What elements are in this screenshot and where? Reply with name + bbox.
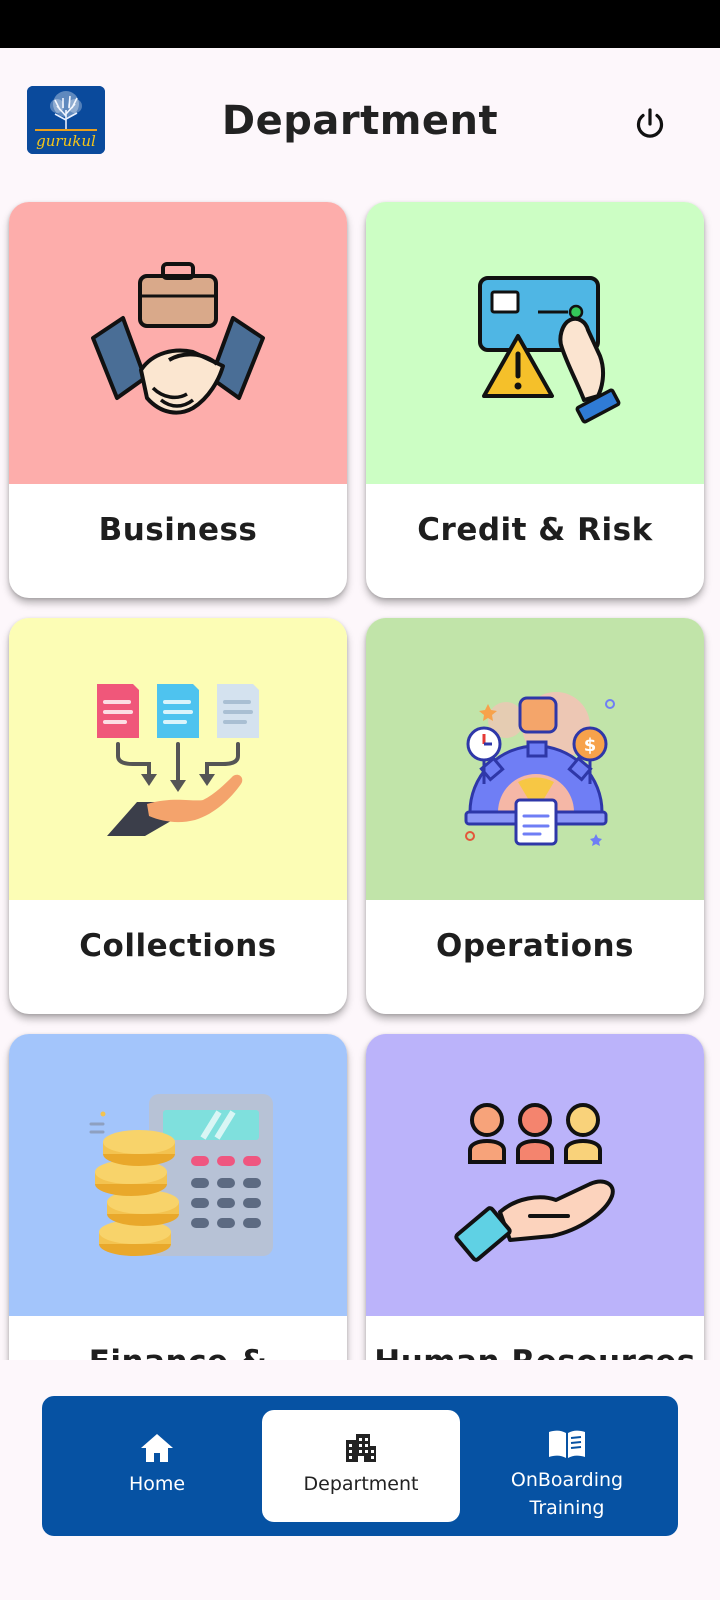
nav-label-home: Home xyxy=(128,1473,186,1495)
department-label: Operations xyxy=(435,928,635,964)
card-illustration-bg xyxy=(366,202,704,484)
card-illustration-bg xyxy=(9,1034,347,1316)
svg-text:$: $ xyxy=(584,735,597,756)
card-illustration-bg xyxy=(9,618,347,900)
status-bar xyxy=(0,0,720,48)
department-grid: Business Credit & Risk Collections $ Ope… xyxy=(0,198,720,1360)
nav-item-home[interactable]: Home xyxy=(82,1410,232,1522)
department-card-credit-risk[interactable]: Credit & Risk xyxy=(366,202,704,598)
card-illustration-bg xyxy=(9,202,347,484)
department-label: Credit & Risk xyxy=(417,512,653,548)
card-illustration-bg: $ xyxy=(366,618,704,900)
department-card-collections[interactable]: Collections xyxy=(9,618,347,1014)
power-icon xyxy=(636,108,664,138)
nav-label-onboarding-training: OnBoarding Training xyxy=(510,1469,624,1519)
department-card-business[interactable]: Business xyxy=(9,202,347,598)
nav-item-onboarding-training[interactable]: OnBoarding Training xyxy=(472,1410,662,1522)
bottom-navigation: Home Department OnBoarding Training xyxy=(42,1396,678,1536)
power-button[interactable] xyxy=(626,100,674,148)
credit-card-warning-icon xyxy=(478,276,621,424)
operations-gear-icon: $ xyxy=(464,692,615,846)
page-title: Department xyxy=(221,98,499,144)
department-card-human-resources[interactable]: Human Resources xyxy=(366,1034,704,1360)
nav-label-department: Department xyxy=(303,1473,419,1495)
department-card-operations[interactable]: $ Operations xyxy=(366,618,704,1014)
calculator-coins-icon xyxy=(89,1094,273,1256)
department-label: Human Resources xyxy=(366,1344,704,1360)
book-icon xyxy=(549,1430,585,1458)
department-card-finance-accounts[interactable]: Finance & Accounts xyxy=(9,1034,347,1360)
card-illustration-bg xyxy=(366,1034,704,1316)
people-hand-icon xyxy=(454,1103,615,1262)
home-icon xyxy=(141,1434,173,1462)
nav-item-department[interactable]: Department xyxy=(262,1410,460,1522)
building-icon xyxy=(346,1434,376,1462)
department-label: Business xyxy=(98,512,258,548)
department-label: Collections xyxy=(79,928,277,964)
documents-to-hand-icon xyxy=(97,684,259,836)
handshake-briefcase-icon xyxy=(91,262,265,415)
department-label: Finance & Accounts xyxy=(9,1344,347,1360)
app-header: gurukul Department xyxy=(0,48,720,198)
